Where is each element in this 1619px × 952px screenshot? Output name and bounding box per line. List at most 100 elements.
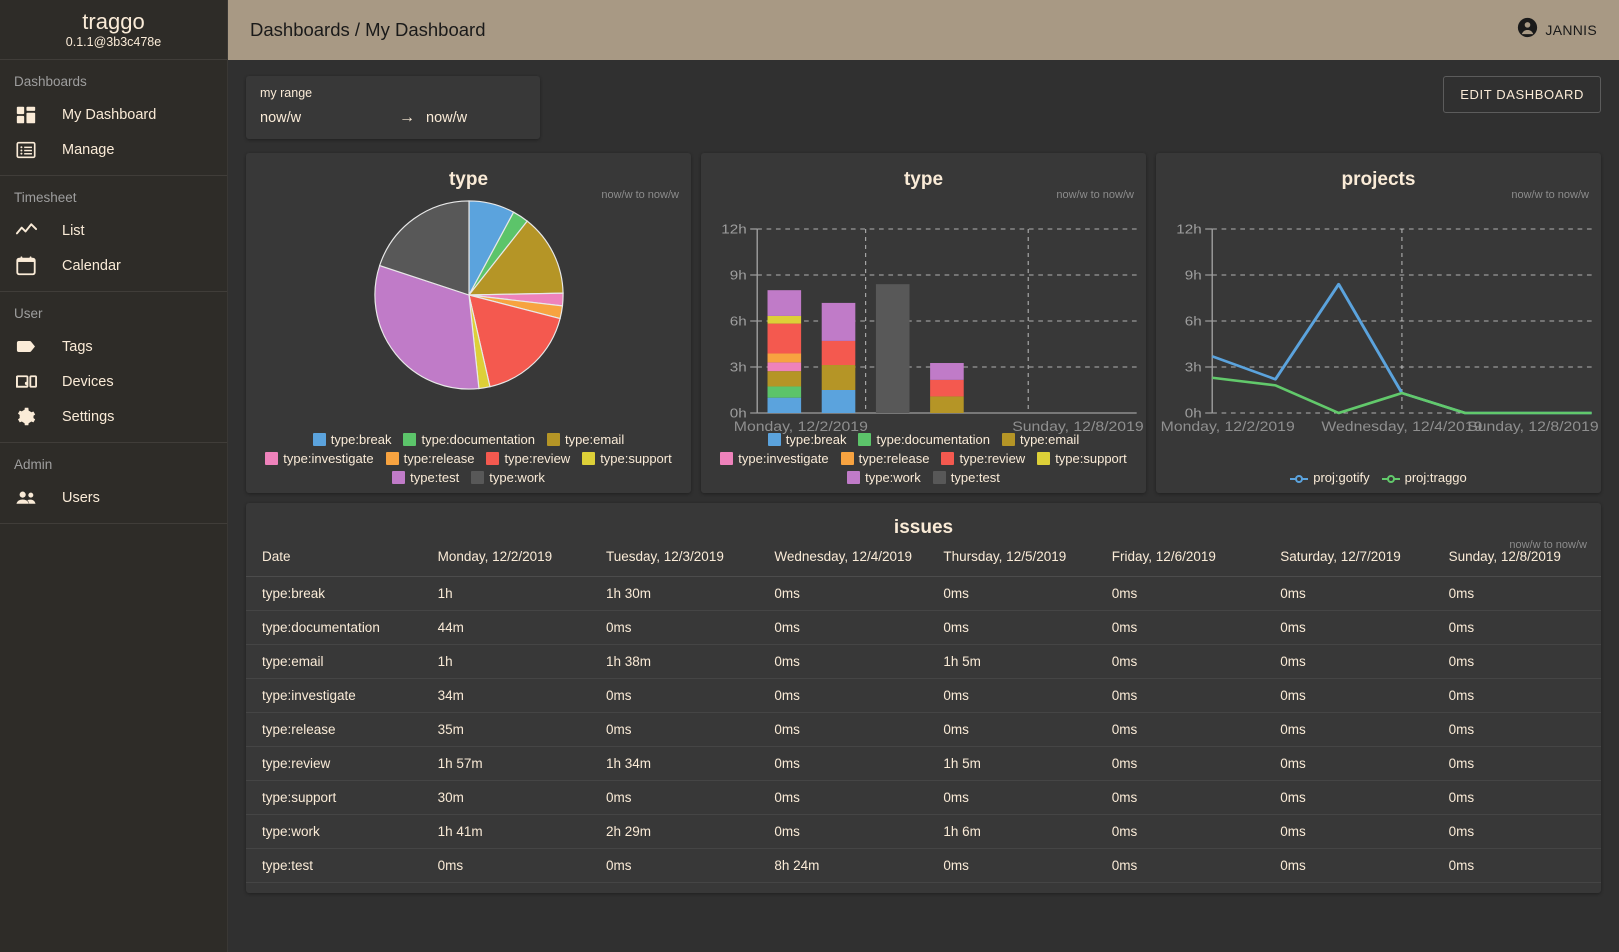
- table-cell: 0ms: [1264, 849, 1432, 883]
- bar-segment[interactable]: [822, 303, 856, 341]
- bar-segment[interactable]: [930, 396, 964, 413]
- legend-item[interactable]: type:break: [768, 432, 847, 447]
- legend-item[interactable]: type:release: [841, 451, 930, 466]
- sidebar-section-caption: User: [0, 292, 227, 329]
- breadcrumb: Dashboards / My Dashboard: [250, 19, 485, 41]
- legend-item[interactable]: type:work: [847, 470, 921, 485]
- pie-svg: [371, 197, 567, 393]
- table-cell: 0ms: [1096, 781, 1264, 815]
- bar-segment[interactable]: [822, 390, 856, 413]
- table-cell: 0ms: [927, 849, 1095, 883]
- y-tick-label: 3h: [1185, 360, 1202, 375]
- table-cell: 0ms: [1096, 815, 1264, 849]
- bar-segment[interactable]: [768, 290, 802, 316]
- table-cell: 0ms: [1264, 747, 1432, 781]
- bar-segment[interactable]: [768, 371, 802, 386]
- dashboard-toolbar: my range now/w → now/w EDIT DASHBOARD: [246, 76, 1601, 139]
- legend-item[interactable]: type:test: [392, 470, 459, 485]
- legend-item[interactable]: type:investigate: [265, 451, 373, 466]
- sidebar-item-calendar[interactable]: Calendar: [0, 248, 227, 283]
- bar-segment[interactable]: [822, 341, 856, 365]
- bar-legend: type:break type:documentation type:email ty…: [701, 432, 1146, 485]
- table-row-label: type:review: [246, 747, 422, 781]
- table-cell: 2h 29m: [590, 815, 758, 849]
- bar-segment[interactable]: [930, 380, 964, 397]
- sidebar-item-label: List: [62, 223, 85, 239]
- legend-swatch: [313, 433, 326, 446]
- legend-item[interactable]: proj:gotify: [1290, 470, 1369, 485]
- legend-item[interactable]: type:test: [933, 470, 1000, 485]
- table-cell: 0ms: [1433, 781, 1601, 815]
- table-cell: 0ms: [758, 781, 927, 815]
- table-cell: 0ms: [1433, 713, 1601, 747]
- widget-title: projects: [1156, 153, 1601, 191]
- pie-legend: type:break type:documentation type:email ty…: [246, 432, 691, 485]
- table-cell: 0ms: [1433, 577, 1601, 611]
- legend-item[interactable]: type:documentation: [858, 432, 989, 447]
- app-bar: Dashboards / My Dashboard JANNIS: [228, 0, 1619, 60]
- table-cell: 1h 6m: [927, 815, 1095, 849]
- sidebar-item-users[interactable]: Users: [0, 480, 227, 515]
- legend-swatch: [847, 471, 860, 484]
- legend-label: proj:gotify: [1313, 470, 1369, 485]
- table-column-header: Thursday, 12/5/2019: [927, 541, 1095, 577]
- sidebar-item-manage[interactable]: Manage: [0, 132, 227, 167]
- table-cell: 0ms: [590, 849, 758, 883]
- dashboard-content: my range now/w → now/w EDIT DASHBOARD ty…: [228, 60, 1619, 952]
- legend-item[interactable]: type:review: [486, 451, 570, 466]
- table-cell: 1h: [422, 645, 590, 679]
- bar-segment[interactable]: [768, 316, 802, 324]
- range-selector[interactable]: my range now/w → now/w: [246, 76, 540, 139]
- user-menu[interactable]: JANNIS: [1517, 17, 1597, 43]
- y-tick-label: 12h: [721, 222, 746, 237]
- sidebar-item-tags[interactable]: Tags: [0, 329, 227, 364]
- legend-item[interactable]: type:email: [1002, 432, 1079, 447]
- legend-item[interactable]: type:support: [582, 451, 672, 466]
- legend-label: type:email: [1020, 432, 1079, 447]
- legend-item[interactable]: type:release: [386, 451, 475, 466]
- range-to-input[interactable]: now/w: [426, 110, 467, 126]
- bar-chart-svg: 0h3h6h9h12hMonday, 12/2/2019Sunday, 12/8…: [701, 191, 1146, 456]
- widget-title: type: [246, 153, 691, 191]
- table-cell: 0ms: [758, 679, 927, 713]
- widget-range-note: now/w to now/w: [1511, 189, 1589, 201]
- legend-item[interactable]: type:investigate: [720, 451, 828, 466]
- table-cell: 34m: [422, 679, 590, 713]
- legend-item[interactable]: type:break: [313, 432, 392, 447]
- table-header-row: DateMonday, 12/2/2019Tuesday, 12/3/2019W…: [246, 541, 1601, 577]
- sidebar-item-devices[interactable]: Devices: [0, 364, 227, 399]
- edit-dashboard-button[interactable]: EDIT DASHBOARD: [1443, 76, 1601, 113]
- legend-label: type:investigate: [283, 451, 373, 466]
- legend-item[interactable]: type:work: [471, 470, 545, 485]
- bar-segment[interactable]: [768, 386, 802, 397]
- user-name: JANNIS: [1545, 22, 1597, 38]
- legend-item[interactable]: type:email: [547, 432, 624, 447]
- bar-segment[interactable]: [768, 362, 802, 371]
- bar-segment[interactable]: [768, 398, 802, 413]
- sidebar-item-settings[interactable]: Settings: [0, 399, 227, 434]
- bar-segment[interactable]: [768, 354, 802, 363]
- legend-item[interactable]: type:review: [941, 451, 1025, 466]
- sidebar: traggo 0.1.1@3b3c478e DashboardsMy Dashb…: [0, 0, 228, 952]
- bar-segment[interactable]: [930, 363, 964, 380]
- legend-swatch: [1002, 433, 1015, 446]
- bar-segment[interactable]: [822, 365, 856, 390]
- legend-item[interactable]: type:support: [1037, 451, 1127, 466]
- legend-item[interactable]: type:documentation: [403, 432, 534, 447]
- sidebar-item-list[interactable]: List: [0, 213, 227, 248]
- legend-swatch: [403, 433, 416, 446]
- legend-label: type:review: [504, 451, 570, 466]
- table-row: type:review1h 57m1h 34m0ms1h 5m0ms0ms0ms: [246, 747, 1601, 781]
- legend-label: type:break: [331, 432, 392, 447]
- legend-item[interactable]: proj:traggo: [1382, 470, 1467, 485]
- app-title: traggo: [82, 10, 144, 34]
- table-row: type:work1h 41m2h 29m0ms1h 6m0ms0ms0ms: [246, 815, 1601, 849]
- bar-segment[interactable]: [768, 324, 802, 354]
- range-from-input[interactable]: now/w: [260, 110, 388, 126]
- sidebar-item-my-dashboard[interactable]: My Dashboard: [0, 97, 227, 132]
- table-row-label: type:test: [246, 849, 422, 883]
- bar-segment[interactable]: [876, 284, 910, 413]
- table-cell: 1h: [422, 577, 590, 611]
- table-column-header: Monday, 12/2/2019: [422, 541, 590, 577]
- table-row-label: type:email: [246, 645, 422, 679]
